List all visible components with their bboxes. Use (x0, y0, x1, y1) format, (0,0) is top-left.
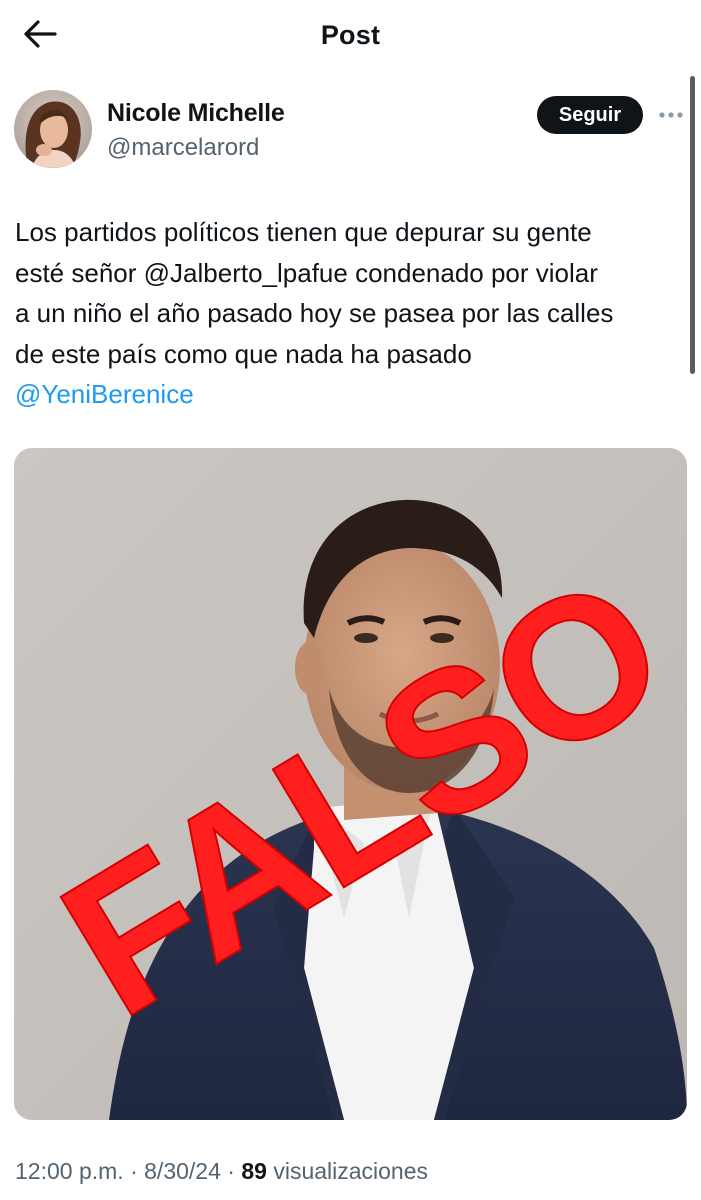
tweet-line: esté señor @Jalberto_lpafue condenado po… (15, 253, 685, 294)
top-bar: Post (0, 0, 701, 72)
tweet-line: @YeniBerenice (15, 374, 685, 415)
tweet-line: de este país como que nada ha pasado (15, 338, 472, 369)
post-meta: 12:00 p.m. · 8/30/24 · 89 visualizacione… (15, 1158, 428, 1185)
meta-separator: · (123, 1158, 145, 1184)
tweet-text-segment: esté señor (15, 257, 144, 288)
tweet-text: Los partidos políticos tienen que depura… (15, 212, 685, 415)
post-time: 12:00 p.m. (15, 1158, 124, 1184)
more-button[interactable] (656, 104, 686, 126)
avatar[interactable] (14, 90, 92, 168)
tweet-line: a un niño el año pasado hoy se pasea por… (15, 298, 614, 328)
views-label: visualizaciones (266, 1158, 429, 1184)
author-handle[interactable]: @marcelarord (107, 134, 259, 162)
page-title: Post (320, 20, 381, 50)
author-name[interactable]: Nicole Michelle (107, 99, 285, 128)
meta-separator: · (220, 1158, 242, 1184)
follow-button[interactable]: Seguir (537, 96, 643, 134)
tweet-line: Los partidos políticos tienen que depura… (15, 217, 592, 247)
tweet-text-segment: condenado por violar (347, 257, 598, 288)
post-page: Post Nicole Michelle @marcelarord Seguir… (0, 0, 701, 1200)
tweet-image[interactable]: FALSO (14, 448, 687, 1120)
tweet-text-segment: @Jalberto_lpafue (143, 257, 348, 288)
scrollbar[interactable] (690, 76, 695, 374)
views-count[interactable]: 89 (241, 1158, 267, 1184)
post-date: 8/30/24 (144, 1158, 221, 1184)
mention-link[interactable]: @YeniBerenice (15, 379, 194, 409)
more-horizontal-icon (658, 106, 684, 124)
